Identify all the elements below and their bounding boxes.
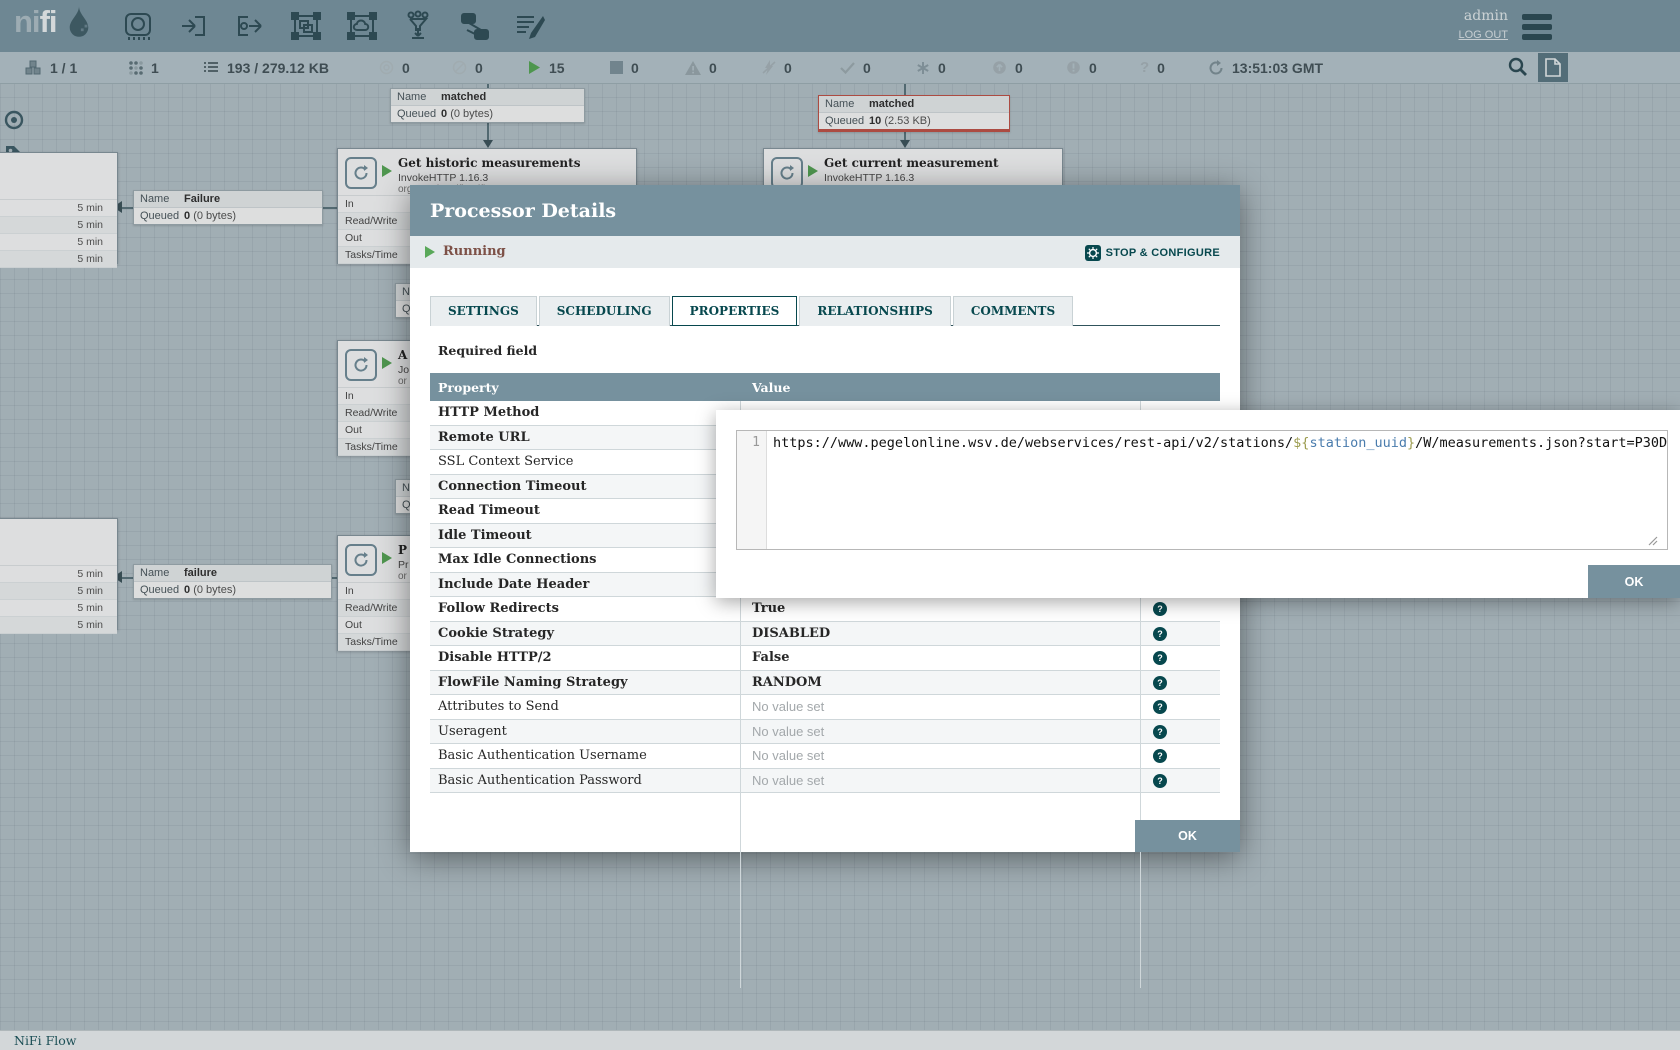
property-row: Disable HTTP/2? False [430,646,1220,671]
table-header: Property Value [430,373,1220,401]
dialog-tabs: SETTINGS SCHEDULING PROPERTIES RELATIONS… [430,296,1220,326]
editor-ok-button[interactable]: OK [1588,565,1680,598]
property-name: Remote URL [430,430,740,445]
property-name: Useragent [430,724,740,739]
property-row: Useragent? No value set [430,720,1220,745]
help-icon[interactable]: ? [1153,774,1167,788]
property-value[interactable]: True [740,601,785,616]
value-editor[interactable]: 1 https://www.pegelonline.wsv.de/webserv… [736,430,1668,550]
property-name: Attributes to Send [430,699,740,714]
help-icon[interactable]: ? [1153,676,1167,690]
property-name: Idle Timeout [430,528,740,543]
dialog-ok-button[interactable]: OK [1135,820,1240,852]
property-name: Cookie Strategy [430,626,740,641]
help-icon[interactable]: ? [1153,651,1167,665]
dialog-header: Processor Details [410,185,1240,236]
tab-relationships[interactable]: RELATIONSHIPS [799,296,950,326]
line-number: 1 [737,431,767,549]
property-row: Basic Authentication Username? No value s… [430,744,1220,769]
remote-url-value[interactable]: https://www.pegelonline.wsv.de/webservic… [767,431,1667,549]
tab-comments[interactable]: COMMENTS [953,296,1073,326]
property-name: Basic Authentication Username [430,748,740,763]
column-value: Value [740,380,790,395]
help-icon[interactable]: ? [1153,627,1167,641]
dialog-title: Processor Details [430,200,616,222]
property-value[interactable]: DISABLED [740,626,830,641]
stop-configure-icon [1085,245,1101,261]
property-name: Basic Authentication Password [430,773,740,788]
property-name: SSL Context Service [430,454,740,469]
property-value[interactable]: No value set [740,724,824,739]
property-row: FlowFile Naming Strategy? RANDOM [430,671,1220,696]
property-value[interactable]: RANDOM [740,675,822,690]
column-property: Property [430,380,740,395]
help-icon[interactable]: ? [1153,725,1167,739]
tab-settings[interactable]: SETTINGS [430,296,537,326]
value-editor-popup: 1 https://www.pegelonline.wsv.de/webserv… [716,410,1680,598]
property-name: HTTP Method [430,405,740,420]
property-row: Basic Authentication Password? No value s… [430,769,1220,794]
property-value[interactable]: No value set [740,773,824,788]
property-value[interactable]: False [740,650,789,665]
property-value[interactable]: No value set [740,748,824,763]
property-name: Read Timeout [430,503,740,518]
tab-scheduling[interactable]: SCHEDULING [539,296,670,326]
property-name: Include Date Header [430,577,740,592]
property-name: Connection Timeout [430,479,740,494]
help-icon[interactable]: ? [1153,700,1167,714]
run-status-label: Running [443,244,506,259]
help-icon[interactable]: ? [1153,602,1167,616]
resize-handle-icon[interactable] [1648,536,1658,546]
property-name: FlowFile Naming Strategy [430,675,740,690]
run-status-row: Running STOP & CONFIGURE [410,236,1240,268]
property-name: Disable HTTP/2 [430,650,740,665]
property-row: Cookie Strategy? DISABLED [430,622,1220,647]
tab-properties[interactable]: PROPERTIES [672,296,798,326]
required-field-note: Required field [438,343,537,358]
property-row: Attributes to Send? No value set [430,695,1220,720]
property-name: Follow Redirects [430,601,740,616]
property-row: Follow Redirects? True [430,597,1220,622]
nifi-app: nifi [0,0,1680,1050]
help-icon[interactable]: ? [1153,749,1167,763]
running-icon [425,246,435,258]
stop-and-configure-button[interactable]: STOP & CONFIGURE [1085,245,1220,261]
property-value[interactable]: No value set [740,699,824,714]
property-name: Max Idle Connections [430,552,740,567]
